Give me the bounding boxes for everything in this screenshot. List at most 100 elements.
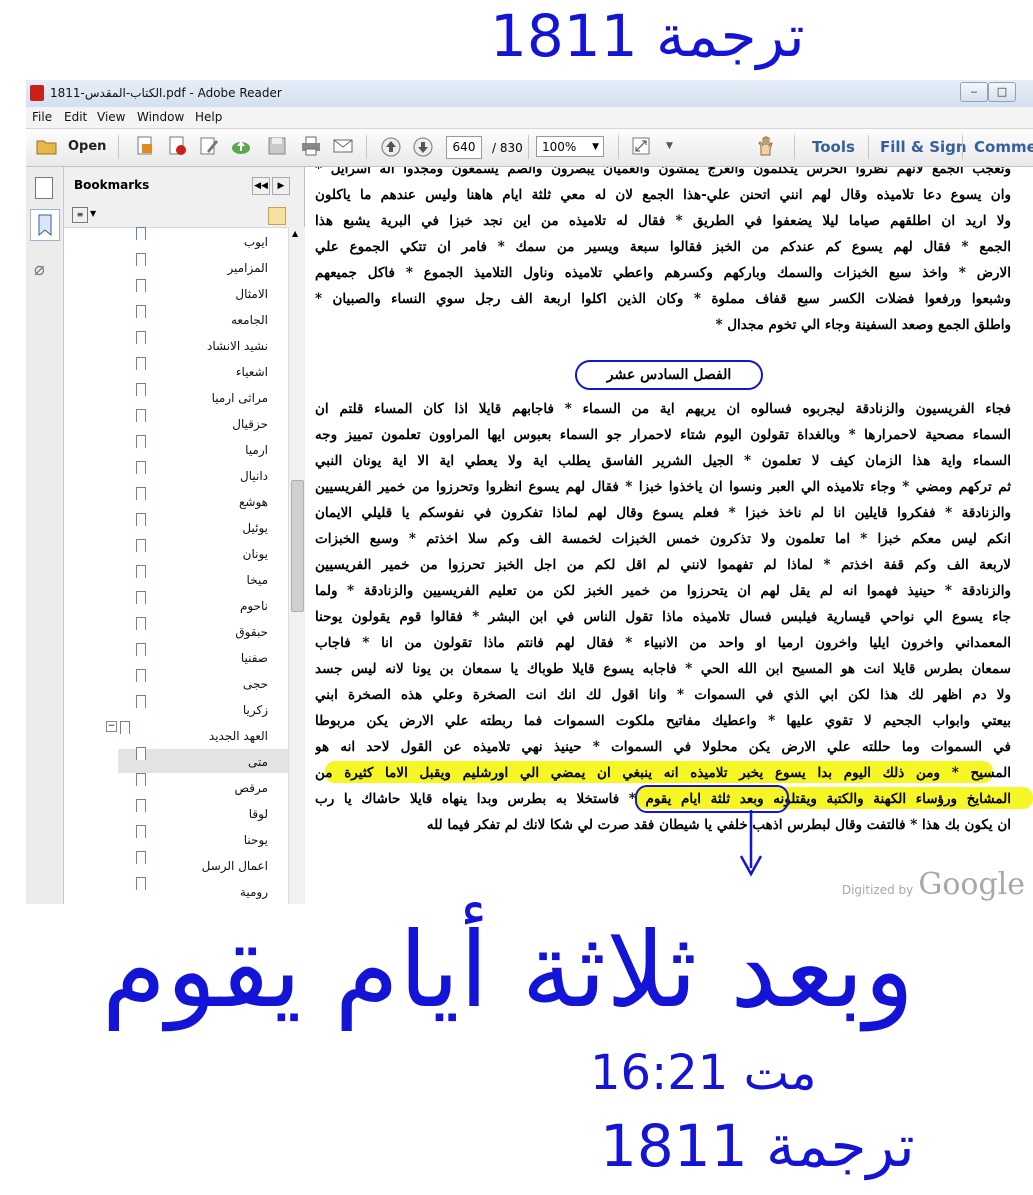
bookmark-label: اعمال الرسل	[201, 859, 268, 873]
bookmark-item[interactable]: دانيال	[126, 463, 268, 487]
hand-tool-icon[interactable]	[754, 135, 776, 159]
bookmark-options-icon[interactable]: ≡	[72, 207, 88, 223]
menu-window[interactable]: Window	[137, 110, 184, 124]
upload-cloud-icon[interactable]	[230, 135, 252, 159]
attachments-icon[interactable]: ⌀	[34, 259, 45, 280]
bookmark-label: اشعياء	[235, 365, 268, 379]
bookmark-item[interactable]: يوحنا	[126, 827, 268, 851]
toolbar-separator	[528, 135, 529, 159]
save-icon[interactable]	[266, 135, 288, 159]
next-page-icon[interactable]	[412, 135, 434, 159]
menu-view[interactable]: View	[97, 110, 125, 124]
bookmark-icon	[136, 227, 146, 240]
chapter-heading-text: الفصل السادس عشر	[574, 360, 764, 390]
bookmark-item[interactable]: اعمال الرسل	[126, 853, 268, 877]
toolbar: Open 640 / 830 100% ▼ ▼ Tools Fill & Sig…	[26, 129, 1033, 167]
bookmarks-scrollbar[interactable]: ▲	[288, 227, 305, 904]
chevron-down-icon[interactable]: ▼	[90, 209, 96, 218]
bookmark-item[interactable]: نشيد الانشاد	[126, 333, 268, 357]
collapse-panel-button[interactable]: ◀◀	[252, 177, 270, 195]
bookmark-item[interactable]: الامثال	[126, 281, 268, 305]
text-line: والزنادقة * ففكروا قايلين انا لم ناخذ خب…	[315, 505, 1011, 521]
bookmark-label: الامثال	[235, 287, 268, 301]
fit-window-icon[interactable]	[630, 135, 652, 159]
bookmarks-panel-icon[interactable]	[30, 209, 60, 241]
previous-page-icon[interactable]	[380, 135, 402, 159]
toolbar-options-icon[interactable]: ▼	[666, 141, 673, 151]
text-line: والزنادقة * حينيذ فهموا انه لم يقل لهم ا…	[315, 583, 1011, 599]
bookmark-item[interactable]: المزامير	[126, 255, 268, 279]
bookmark-item[interactable]: ناحوم	[126, 593, 268, 617]
text-line: السماء مصحية لاحمرارها * وبالغداة تقولون…	[315, 427, 1011, 443]
bookmark-label: ناحوم	[239, 599, 268, 613]
page-thumbnails-icon[interactable]	[35, 177, 53, 199]
text-line: المسيح * ومن ذلك اليوم بدا يسوع يخبر تلا…	[315, 765, 1011, 781]
bookmark-item[interactable]: ارميا	[126, 437, 268, 461]
bookmark-icon	[136, 409, 146, 422]
bookmark-item[interactable]: مراثى ارميا	[126, 385, 268, 409]
tools-tab[interactable]: Tools	[812, 138, 855, 156]
bookmark-icon	[136, 799, 146, 812]
bookmark-item[interactable]: زكريا	[126, 697, 268, 721]
bookmark-icon	[136, 279, 146, 292]
bookmark-item[interactable]: حبقوق	[126, 619, 268, 643]
bookmark-item[interactable]: هوشع	[126, 489, 268, 513]
expand-bookmark-icon[interactable]	[268, 207, 286, 225]
bookmark-item[interactable]: لوقا	[126, 801, 268, 825]
maximize-button[interactable]: □	[988, 82, 1016, 102]
expand-toggle-icon[interactable]: −	[106, 721, 117, 732]
handwritten-bottom-note: ترجمة 1811	[600, 1112, 915, 1180]
bookmark-label: دانيال	[239, 469, 268, 483]
bookmarks-toolbar: ≡ ▼	[64, 203, 304, 228]
navigation-pane-strip: ⌀	[26, 167, 64, 904]
minimize-button[interactable]: ‒	[960, 82, 988, 102]
page-number-input[interactable]: 640	[446, 136, 482, 159]
text-line: وتعجب الجمع لانهم نظروا الخرس يتكلمون وا…	[315, 167, 1011, 177]
toolbar-separator	[618, 135, 619, 159]
fill-sign-tab[interactable]: Fill & Sign	[880, 138, 967, 156]
edit-pdf-icon[interactable]	[198, 135, 220, 159]
bookmark-icon	[136, 513, 146, 526]
bookmark-item[interactable]: العهد الجديد	[126, 723, 268, 747]
text-line: ان يكون بك هذا * فالتفت وقال لبطرس اذهب …	[426, 817, 1011, 833]
zoom-select[interactable]: 100% ▼	[536, 136, 604, 157]
comment-tab[interactable]: Comme	[974, 138, 1033, 156]
page-total: / 830	[492, 141, 523, 155]
text-line: في السموات وما حللته علي الارض يكن محلول…	[315, 739, 1011, 755]
bookmark-item[interactable]: يوئيل	[126, 515, 268, 539]
window-title: 1811-الكتاب-المقدس.pdf - Adobe Reader	[50, 86, 282, 100]
bookmark-item[interactable]: مرقص	[126, 775, 269, 799]
bookmark-label: المزامير	[227, 261, 268, 275]
bookmark-icon	[136, 539, 146, 552]
bookmark-item[interactable]: الجامعه	[126, 307, 268, 331]
text-line: ولا اريد ان اطلقهم صياما ليلا يضعفوا في …	[315, 213, 1011, 229]
scrollbar-thumb[interactable]	[291, 480, 304, 612]
export-pdf-icon[interactable]	[166, 135, 188, 159]
bookmark-item[interactable]: صفنيا	[126, 645, 268, 669]
pdf-file-icon	[30, 85, 44, 101]
create-pdf-icon[interactable]	[134, 135, 156, 159]
toolbar-separator	[868, 135, 869, 159]
bookmark-item[interactable]: اشعياء	[126, 359, 268, 383]
bookmark-item[interactable]: حزقيال	[126, 411, 268, 435]
print-icon[interactable]	[300, 135, 322, 159]
bookmark-item[interactable]: يونان	[126, 541, 268, 565]
menu-help[interactable]: Help	[195, 110, 222, 124]
bookmarks-header: Bookmarks ◀◀ ▶	[64, 167, 304, 203]
bookmark-icon	[136, 487, 146, 500]
scrollbar-up-arrow[interactable]: ▲	[292, 229, 298, 238]
open-button[interactable]: Open	[34, 135, 106, 159]
email-icon[interactable]	[332, 135, 354, 159]
bookmark-icon	[136, 253, 146, 266]
bookmark-label: ارميا	[245, 443, 268, 457]
text-line: ثم تركهم ومضي * وجاء تلاميذه الي العبر و…	[315, 479, 1011, 495]
text-line: واطلق الجمع وصعد السفينة وجاء الي تخوم م…	[715, 317, 1011, 333]
text-line: لاربعة الف وكم قفة اخذتم * لماذا لم تفهم…	[315, 557, 1011, 573]
bookmark-item[interactable]: ميخا	[126, 567, 268, 591]
menu-file[interactable]: File	[32, 110, 52, 124]
bookmark-label: العهد الجديد	[208, 729, 268, 743]
expand-panel-button[interactable]: ▶	[272, 177, 290, 195]
bookmark-item[interactable]: ايوب	[126, 229, 268, 253]
bookmark-item[interactable]: حجى	[126, 671, 268, 695]
menu-edit[interactable]: Edit	[64, 110, 87, 124]
